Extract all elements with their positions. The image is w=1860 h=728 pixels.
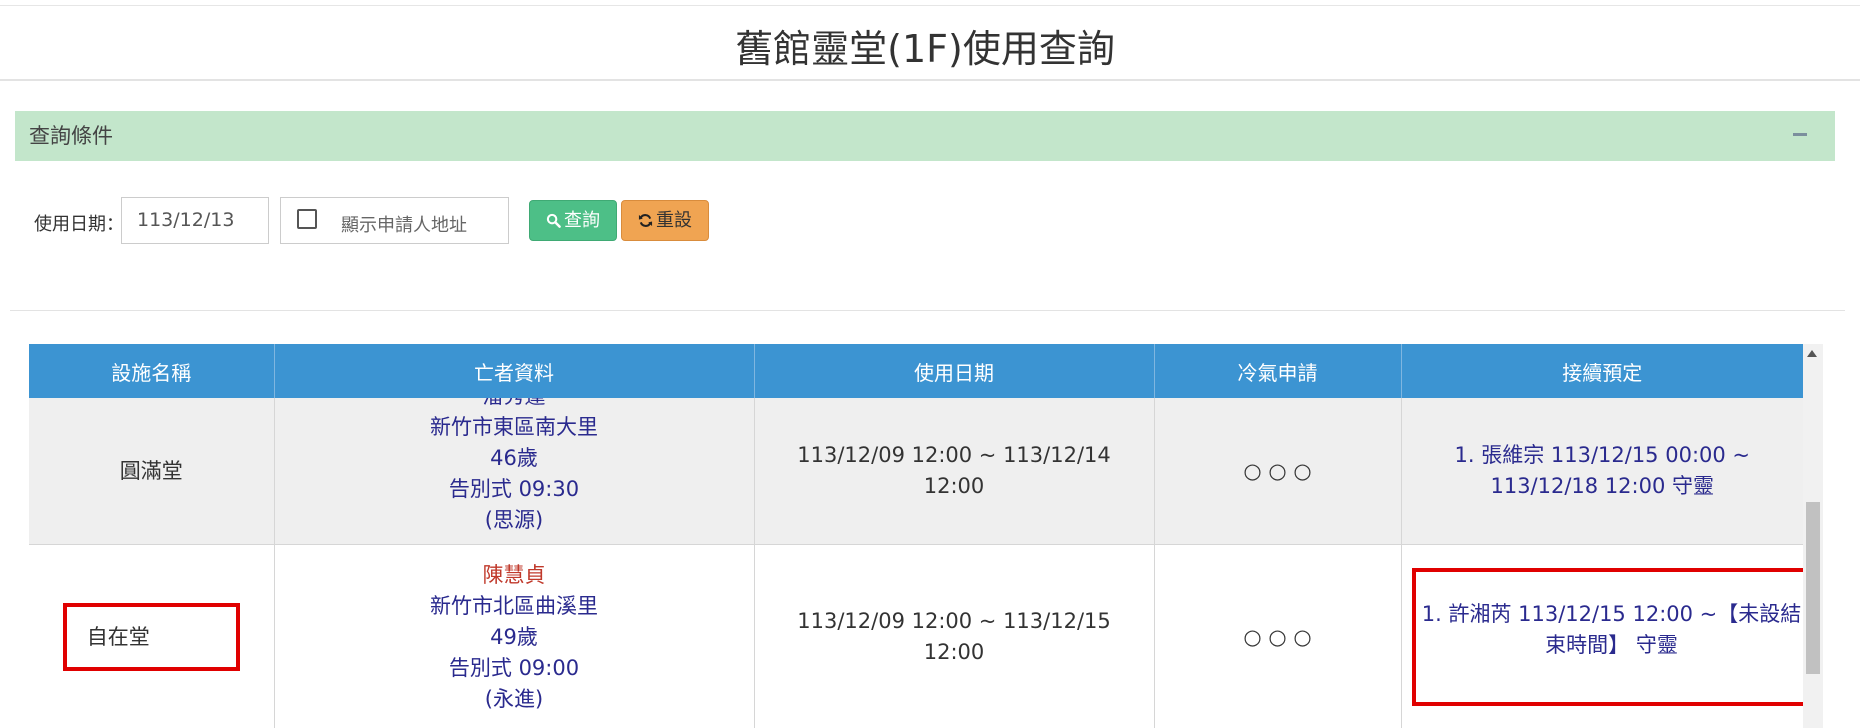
facility-highlight: 自在堂	[62, 603, 240, 671]
page-title: 舊館靈堂(1F)使用查詢	[735, 27, 1115, 71]
ceremony-time: 告別式 09:30	[448, 477, 580, 501]
next-booking-highlight: 1. 許湘芮 113/12/15 12:00 ~【未設結 束時間】 守靈	[1411, 568, 1812, 706]
next-booking-line: 113/12/18 12:00 守靈	[1490, 474, 1715, 498]
show-address-label: 顯示申請人地址	[341, 215, 467, 236]
reset-button-label: 重設	[656, 210, 692, 231]
section-divider	[10, 310, 1845, 311]
next-booking-line: 束時間】 守靈	[1545, 633, 1678, 657]
usage-date-input[interactable]: 113/12/13	[121, 197, 269, 244]
deceased-name: 潘秀蓮	[275, 398, 754, 412]
deceased-age: 49歲	[490, 624, 538, 649]
ac-cell: ○ ○ ○	[1154, 398, 1402, 545]
deceased-name: 陳慧貞	[482, 562, 546, 587]
usage-period-cell: 113/12/09 12:00 ~ 113/12/15 12:00	[754, 544, 1155, 728]
top-divider	[0, 5, 1860, 6]
column-header-ac[interactable]: 冷氣申請	[1154, 344, 1402, 398]
usage-table-container: 設施名稱 亡者資料 使用日期 冷氣申請 接續預定 圓滿堂 潘秀蓮 新竹市東區南大…	[29, 344, 1823, 728]
title-divider	[0, 79, 1860, 81]
deceased-cell: 陳慧貞 新竹市北區曲溪里 49歲 告別式 09:00 (永進)	[274, 544, 755, 728]
column-header-facility[interactable]: 設施名稱	[29, 344, 275, 398]
minus-icon[interactable]	[1793, 133, 1807, 136]
facility-cell: 自在堂	[29, 544, 275, 728]
query-conditions-title: 查詢條件	[29, 124, 113, 148]
table-row: 圓滿堂 潘秀蓮 新竹市東區南大里 46歲 告別式 09:30 (思源) 113/…	[29, 398, 1803, 545]
table-header-row: 設施名稱 亡者資料 使用日期 冷氣申請 接續預定	[29, 344, 1803, 398]
next-booking-line: 1. 張維宗 113/12/15 00:00 ~	[1454, 443, 1751, 467]
table-row: 自在堂 陳慧貞 新竹市北區曲溪里 49歲 告別式 09:00 (永進) 113/…	[29, 544, 1812, 728]
show-address-option[interactable]: 顯示申請人地址	[280, 197, 509, 244]
next-booking-cell: 1. 張維宗 113/12/15 00:00 ~ 113/12/18 12:00…	[1401, 398, 1803, 545]
column-header-next-booking[interactable]: 接續預定	[1401, 344, 1803, 398]
ac-cell: ○ ○ ○	[1154, 544, 1402, 728]
next-booking-cell: 1. 許湘芮 113/12/15 12:00 ~【未設結 束時間】 守靈	[1401, 544, 1812, 728]
query-conditions-panel-header[interactable]: 查詢條件	[15, 111, 1835, 161]
scroll-up-arrow-icon[interactable]	[1807, 350, 1817, 357]
deceased-cell: 潘秀蓮 新竹市東區南大里 46歲 告別式 09:30 (思源)	[274, 398, 755, 545]
ceremony-time: 告別式 09:00	[448, 655, 580, 680]
reset-button[interactable]: 重設	[621, 200, 709, 241]
usage-date-label: 使用日期：	[34, 214, 124, 235]
deceased-address: 新竹市東區南大里	[430, 415, 598, 439]
next-booking-line: 1. 許湘芮 113/12/15 12:00 ~【未設結	[1421, 602, 1802, 626]
show-address-checkbox[interactable]	[297, 209, 317, 229]
deceased-address: 新竹市北區曲溪里	[430, 593, 598, 618]
column-header-usage-date[interactable]: 使用日期	[754, 344, 1155, 398]
deceased-age: 46歲	[490, 446, 538, 470]
search-button[interactable]: 查詢	[529, 200, 617, 241]
facility-cell: 圓滿堂	[29, 398, 275, 545]
column-header-deceased[interactable]: 亡者資料	[274, 344, 755, 398]
ceremony-place: (思源)	[484, 508, 544, 532]
usage-period-cell: 113/12/09 12:00 ~ 113/12/14 12:00	[754, 398, 1155, 545]
search-button-label: 查詢	[564, 210, 600, 231]
table-scrollbar[interactable]	[1803, 344, 1823, 728]
ceremony-place: (永進)	[484, 686, 544, 711]
search-icon	[546, 213, 561, 228]
scrollbar-thumb[interactable]	[1806, 502, 1820, 674]
usage-table: 設施名稱 亡者資料 使用日期 冷氣申請 接續預定 圓滿堂 潘秀蓮 新竹市東區南大…	[29, 344, 1812, 728]
refresh-icon	[638, 214, 653, 227]
